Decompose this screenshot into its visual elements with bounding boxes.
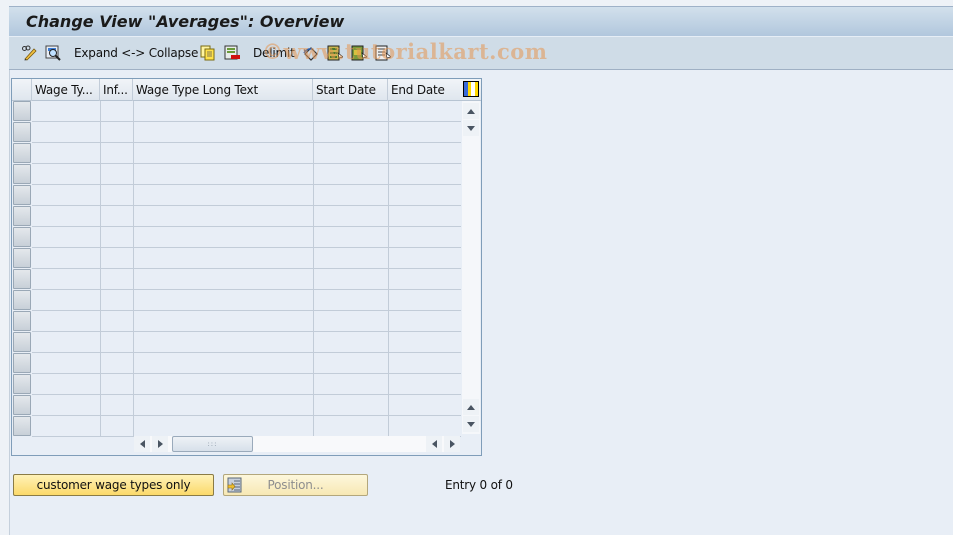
column-configuration-button[interactable] bbox=[463, 81, 479, 97]
row-divider bbox=[32, 184, 461, 185]
expand-collapse-label: Expand <-> Collapse bbox=[74, 46, 199, 60]
row-selector[interactable] bbox=[13, 353, 31, 373]
row-selector[interactable] bbox=[13, 185, 31, 205]
column-header-start-date[interactable]: Start Date bbox=[313, 79, 388, 101]
row-selector[interactable] bbox=[13, 248, 31, 268]
delete-button[interactable] bbox=[224, 44, 240, 62]
application-toolbar: Expand <-> Collapse Delimit bbox=[9, 37, 953, 70]
expand-collapse-button[interactable]: Expand <-> Collapse bbox=[74, 44, 198, 62]
position-icon bbox=[227, 477, 242, 493]
row-selector[interactable] bbox=[13, 122, 31, 142]
arrow-right-icon bbox=[157, 440, 163, 448]
column-divider bbox=[388, 101, 389, 437]
horizontal-scrollbar[interactable]: ::: bbox=[134, 436, 460, 452]
arrow-right-icon bbox=[449, 440, 455, 448]
row-divider bbox=[32, 289, 461, 290]
column-divider bbox=[100, 101, 101, 437]
row-divider bbox=[32, 310, 461, 311]
row-selector[interactable] bbox=[13, 416, 31, 436]
column-header-info[interactable]: Inf... bbox=[100, 79, 133, 101]
row-divider bbox=[32, 394, 461, 395]
select-block-icon bbox=[351, 45, 367, 61]
customer-wage-types-only-button[interactable]: customer wage types only bbox=[13, 474, 214, 496]
scroll-page-down-button[interactable] bbox=[463, 416, 479, 432]
undo-change-button[interactable] bbox=[303, 44, 319, 62]
select-block-button[interactable] bbox=[351, 44, 367, 62]
arrow-up-icon bbox=[467, 108, 475, 114]
row-divider bbox=[32, 415, 461, 416]
scroll-up-button[interactable] bbox=[463, 103, 479, 119]
table-control: Wage Ty... Inf... Wage Type Long Text St… bbox=[11, 78, 482, 456]
column-header-long-text[interactable]: Wage Type Long Text bbox=[133, 79, 313, 101]
vertical-scrollbar[interactable] bbox=[462, 101, 480, 434]
row-selector[interactable] bbox=[13, 101, 31, 121]
row-divider bbox=[32, 205, 461, 206]
row-selector[interactable] bbox=[13, 206, 31, 226]
details-button[interactable] bbox=[45, 44, 61, 62]
column-divider bbox=[133, 101, 134, 437]
table-header: Wage Ty... Inf... Wage Type Long Text St… bbox=[12, 79, 481, 101]
scroll-down-button[interactable] bbox=[463, 120, 479, 136]
title-bar: Change View "Averages": Overview bbox=[9, 6, 953, 37]
arrow-up-icon bbox=[467, 404, 475, 410]
row-selector[interactable] bbox=[13, 311, 31, 331]
undo-change-icon bbox=[303, 47, 318, 61]
row-selector[interactable] bbox=[13, 395, 31, 415]
scroll-page-left-button[interactable] bbox=[426, 436, 442, 452]
column-header-end-date[interactable]: End Date bbox=[388, 79, 462, 101]
deselect-all-icon bbox=[375, 45, 391, 61]
arrow-left-icon bbox=[139, 440, 145, 448]
arrow-down-icon bbox=[467, 421, 475, 427]
copy-as-icon bbox=[200, 45, 215, 61]
row-divider bbox=[32, 226, 461, 227]
scroll-right-button[interactable] bbox=[152, 436, 168, 452]
row-divider bbox=[32, 121, 461, 122]
arrow-down-icon bbox=[467, 125, 475, 131]
page-title: Change View "Averages": Overview bbox=[26, 12, 345, 31]
position-label: Position... bbox=[267, 478, 324, 492]
column-divider bbox=[313, 101, 314, 437]
row-divider bbox=[32, 373, 461, 374]
select-all-rows-cell[interactable] bbox=[12, 79, 32, 101]
scroll-left-button[interactable] bbox=[134, 436, 150, 452]
row-divider bbox=[32, 268, 461, 269]
row-divider bbox=[32, 331, 461, 332]
copy-as-button[interactable] bbox=[200, 44, 216, 62]
row-divider bbox=[32, 247, 461, 248]
display-change-toggle-icon bbox=[22, 45, 37, 61]
scroll-page-up-button[interactable] bbox=[463, 399, 479, 415]
scroll-page-right-button[interactable] bbox=[444, 436, 460, 452]
scroll-thumb[interactable]: ::: bbox=[172, 436, 253, 452]
entry-counter: Entry 0 of 0 bbox=[445, 478, 513, 492]
row-divider bbox=[32, 142, 461, 143]
display-change-button[interactable] bbox=[21, 44, 37, 62]
row-divider bbox=[32, 163, 461, 164]
row-selector[interactable] bbox=[13, 290, 31, 310]
select-all-button[interactable] bbox=[327, 44, 343, 62]
details-icon bbox=[45, 45, 61, 61]
row-divider bbox=[32, 352, 461, 353]
customer-wage-types-only-label: customer wage types only bbox=[36, 478, 191, 492]
arrow-left-icon bbox=[431, 440, 437, 448]
row-selector[interactable] bbox=[13, 143, 31, 163]
row-selector[interactable] bbox=[13, 374, 31, 394]
row-selector[interactable] bbox=[13, 332, 31, 352]
delimit-label: Delimit bbox=[253, 46, 295, 60]
row-selector[interactable] bbox=[13, 269, 31, 289]
deselect-all-button[interactable] bbox=[375, 44, 391, 62]
select-all-icon bbox=[327, 45, 343, 61]
delete-icon bbox=[224, 45, 240, 60]
delimit-button[interactable]: Delimit bbox=[253, 44, 295, 62]
row-selector[interactable] bbox=[13, 164, 31, 184]
column-header-wage-type[interactable]: Wage Ty... bbox=[32, 79, 100, 101]
row-selector[interactable] bbox=[13, 227, 31, 247]
position-button[interactable]: Position... bbox=[223, 474, 368, 496]
